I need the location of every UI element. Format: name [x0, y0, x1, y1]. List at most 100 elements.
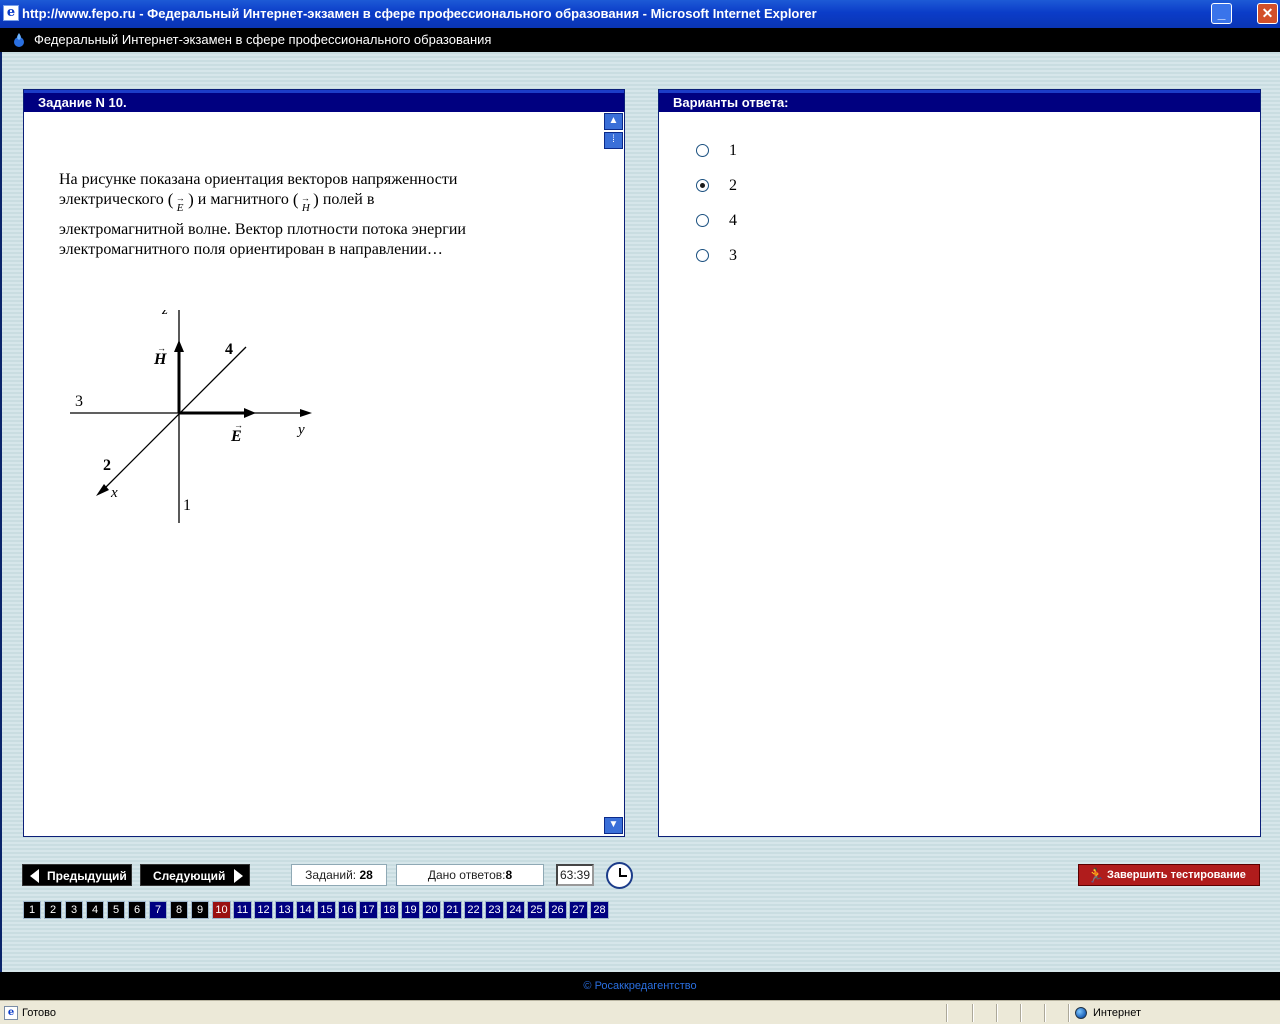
- answer-radio-3[interactable]: [696, 214, 709, 227]
- page-button-6[interactable]: 6: [128, 901, 146, 919]
- vector-e-symbol: (→ E): [167, 190, 194, 214]
- question-text-electric: электрического: [59, 191, 164, 208]
- page-button-25[interactable]: 25: [527, 901, 546, 919]
- question-line-1: На рисунке показана ориентация векторов …: [59, 171, 458, 188]
- arrow-left-icon: [30, 869, 39, 883]
- page-button-1[interactable]: 1: [23, 901, 41, 919]
- status-divider: [1020, 1004, 1022, 1022]
- page-button-9[interactable]: 9: [191, 901, 209, 919]
- page-button-7[interactable]: 7: [149, 901, 167, 919]
- finish-test-button[interactable]: 🏃 Завершить тестирование: [1078, 864, 1260, 886]
- answers-panel: Варианты ответа: 1 2 4 3: [658, 89, 1261, 837]
- status-divider: [1068, 1004, 1070, 1022]
- answer-radio-2[interactable]: [696, 179, 709, 192]
- status-text: Готово: [22, 1007, 56, 1019]
- answer-option-1[interactable]: 1: [696, 141, 896, 161]
- arrow-right-icon: [234, 869, 243, 883]
- answered-count-value: 8: [505, 868, 513, 882]
- next-button[interactable]: Следующий: [140, 864, 250, 886]
- page-button-16[interactable]: 16: [338, 901, 357, 919]
- page-button-19[interactable]: 19: [401, 901, 420, 919]
- previous-button[interactable]: Предыдущий: [22, 864, 132, 886]
- copyright-text: © Росаккредагентство: [583, 980, 697, 992]
- page-button-2[interactable]: 2: [44, 901, 62, 919]
- direction-1-label: 1: [183, 497, 191, 514]
- page-button-28[interactable]: 28: [590, 901, 609, 919]
- question-line-4: электромагнитного поля ориентирован в на…: [59, 241, 443, 258]
- tasks-count: Заданий: 28: [291, 864, 387, 886]
- page-status-icon: e: [4, 1006, 18, 1020]
- vector-h-label: H: [153, 351, 167, 368]
- clock-icon: [606, 862, 633, 889]
- timer-display: 63:39: [556, 864, 594, 886]
- page-button-4[interactable]: 4: [86, 901, 104, 919]
- question-line-3: электромагнитной волне. Вектор плотности…: [59, 221, 466, 238]
- minimize-button[interactable]: _: [1211, 3, 1232, 24]
- internet-zone-icon: [1075, 1007, 1087, 1019]
- question-text-fields: полей в: [322, 191, 375, 208]
- running-man-icon: 🏃: [1087, 867, 1105, 883]
- answer-label-2: 2: [729, 177, 737, 194]
- finish-test-label: Завершить тестирование: [1107, 869, 1246, 881]
- page-button-8[interactable]: 8: [170, 901, 188, 919]
- direction-3-label: 3: [75, 393, 83, 410]
- question-line-2: электрического (→ E) и магнитного (→ H) по…: [59, 190, 579, 220]
- answer-option-3[interactable]: 4: [696, 211, 896, 231]
- page-button-18[interactable]: 18: [380, 901, 399, 919]
- page-button-5[interactable]: 5: [107, 901, 125, 919]
- window-titlebar: e http://www.fepo.ru - Федеральный Интер…: [0, 0, 1280, 28]
- answer-option-2[interactable]: 2: [696, 176, 896, 196]
- answer-radio-1[interactable]: [696, 144, 709, 157]
- page-button-15[interactable]: 15: [317, 901, 336, 919]
- page-button-20[interactable]: 20: [422, 901, 441, 919]
- page-button-10[interactable]: 10: [212, 901, 231, 919]
- page-button-27[interactable]: 27: [569, 901, 588, 919]
- answered-count-label: Дано ответов:: [427, 868, 506, 882]
- page-button-12[interactable]: 12: [254, 901, 273, 919]
- page-button-24[interactable]: 24: [506, 901, 525, 919]
- answers-title: Варианты ответа:: [659, 90, 1260, 112]
- previous-button-label: Предыдущий: [47, 869, 127, 883]
- status-divider: [946, 1004, 948, 1022]
- scroll-handle-button[interactable]: ⁞: [604, 132, 623, 149]
- status-divider: [1044, 1004, 1046, 1022]
- tasks-count-label: Заданий:: [305, 868, 357, 882]
- answer-option-4[interactable]: 3: [696, 246, 896, 266]
- direction-4-label: 4: [225, 341, 233, 358]
- vector-h-symbol: (→ H): [292, 190, 319, 214]
- question-panel: Задание N 10. ▲ ⁞ ▼ На рисунке показана …: [23, 89, 625, 837]
- page-button-11[interactable]: 11: [233, 901, 252, 919]
- app-logo-icon: [14, 33, 24, 47]
- scroll-down-button[interactable]: ▼: [604, 817, 623, 834]
- answer-label-4: 3: [729, 247, 737, 264]
- close-button[interactable]: ✕: [1257, 3, 1278, 24]
- answered-count: Дано ответов:8: [396, 864, 544, 886]
- question-text-magnetic: и магнитного: [197, 191, 289, 208]
- page-button-21[interactable]: 21: [443, 901, 462, 919]
- page-button-17[interactable]: 17: [359, 901, 378, 919]
- page-button-22[interactable]: 22: [464, 901, 483, 919]
- direction-2-label: 2: [103, 457, 111, 474]
- scroll-up-button[interactable]: ▲: [604, 113, 623, 130]
- page-button-26[interactable]: 26: [548, 901, 567, 919]
- page-button-23[interactable]: 23: [485, 901, 504, 919]
- question-text: На рисунке показана ориентация векторов …: [59, 170, 579, 260]
- vector-e-label: E: [230, 428, 242, 445]
- ie-icon: e: [3, 5, 19, 21]
- axis-x-label: x: [110, 485, 118, 501]
- page-button-3[interactable]: 3: [65, 901, 83, 919]
- axis-z-label: z: [161, 310, 168, 318]
- app-header: Федеральный Интернет-экзамен в сфере про…: [0, 28, 1280, 52]
- answer-label-1: 1: [729, 142, 737, 159]
- answer-radio-4[interactable]: [696, 249, 709, 262]
- status-divider: [996, 1004, 998, 1022]
- question-title: Задание N 10.: [24, 90, 624, 112]
- vector-diagram: z y x H → E → 1 2 3 4: [70, 310, 312, 523]
- axis-y-label: y: [296, 422, 305, 438]
- vector-e-arrow-glyph: →: [234, 420, 243, 430]
- security-zone-label: Интернет: [1093, 1007, 1141, 1019]
- status-bar: e Готово Интернет: [0, 1000, 1280, 1024]
- page-button-14[interactable]: 14: [296, 901, 315, 919]
- page-button-13[interactable]: 13: [275, 901, 294, 919]
- footer: © Росаккредагентство: [0, 972, 1280, 1000]
